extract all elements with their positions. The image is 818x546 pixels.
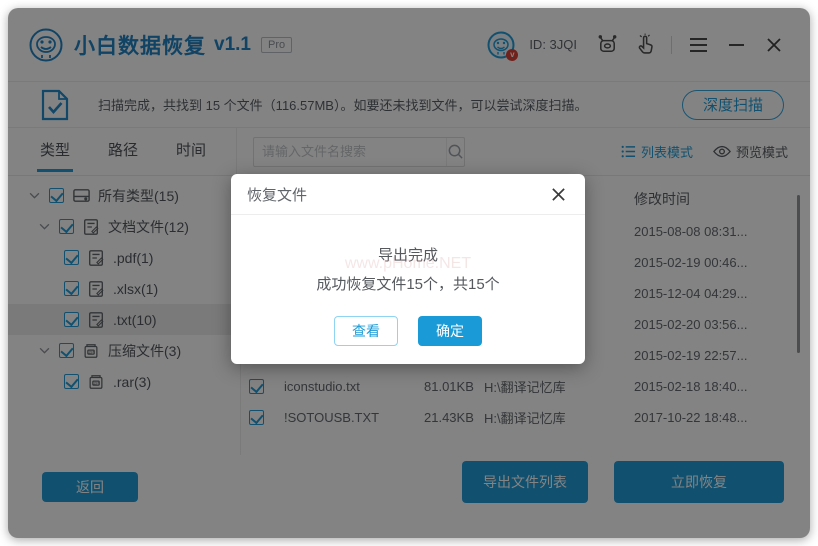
- export-complete-text: 导出完成: [377, 247, 438, 264]
- recover-summary-text: 成功恢复文件15个，共15个: [316, 276, 500, 293]
- dialog-body: www.pHome.NET 导出完成 成功恢复文件15个，共15个: [231, 215, 585, 299]
- recover-files-dialog: 恢复文件 www.pHome.NET 导出完成 成功恢复文件15个，共15个 查…: [231, 174, 585, 364]
- ok-button[interactable]: 确定: [418, 316, 482, 346]
- dialog-header: 恢复文件: [231, 174, 585, 215]
- dialog-close-icon[interactable]: [547, 183, 569, 205]
- dialog-title: 恢复文件: [247, 186, 308, 204]
- app-window: 小白数据恢复 v1.1 Pro v ID: 3JQI: [8, 8, 810, 538]
- view-button[interactable]: 查看: [334, 316, 398, 346]
